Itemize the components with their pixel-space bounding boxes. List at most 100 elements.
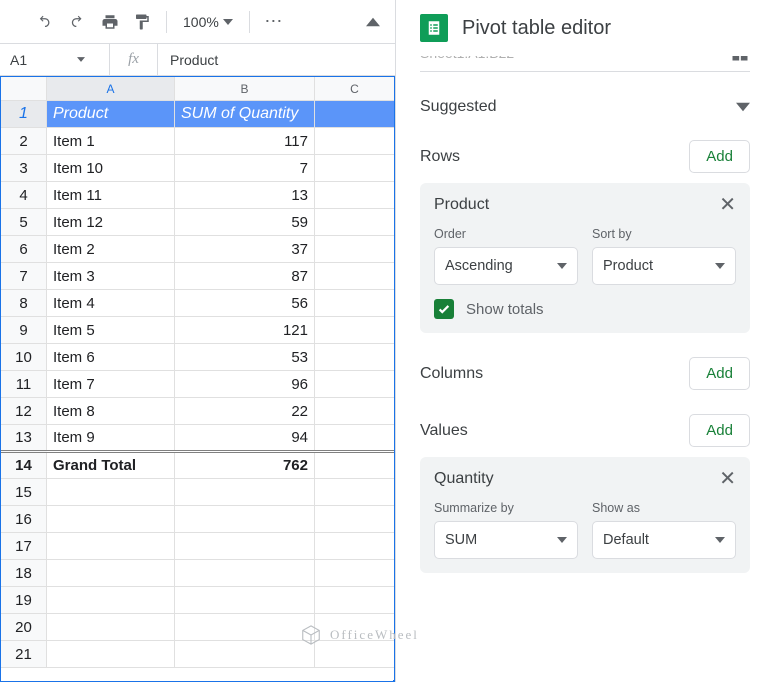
cell[interactable]: Item 7 — [47, 371, 175, 398]
cell[interactable] — [47, 614, 175, 641]
cell[interactable] — [315, 533, 395, 560]
cell[interactable]: 87 — [175, 263, 315, 290]
redo-button[interactable] — [64, 8, 92, 36]
cell[interactable]: 22 — [175, 398, 315, 425]
zoom-select[interactable]: 100% — [177, 14, 239, 30]
cell[interactable] — [175, 533, 315, 560]
cell[interactable]: Item 12 — [47, 209, 175, 236]
cell[interactable] — [315, 398, 395, 425]
collapse-toolbar-button[interactable] — [359, 8, 387, 36]
cell[interactable] — [47, 587, 175, 614]
row-header[interactable]: 9 — [1, 317, 47, 344]
cell[interactable]: 53 — [175, 344, 315, 371]
cell[interactable]: 59 — [175, 209, 315, 236]
cell[interactable]: Item 2 — [47, 236, 175, 263]
cell[interactable] — [315, 425, 395, 452]
row-header[interactable]: 19 — [1, 587, 47, 614]
cell[interactable] — [47, 479, 175, 506]
cell[interactable] — [315, 479, 395, 506]
cell[interactable]: 13 — [175, 182, 315, 209]
cell[interactable]: Item 11 — [47, 182, 175, 209]
spreadsheet-grid[interactable]: A B C 1ProductSUM of Quantity2Item 11173… — [0, 76, 395, 682]
grid-icon[interactable] — [730, 56, 750, 66]
cell[interactable]: Item 1 — [47, 128, 175, 155]
cell[interactable]: Grand Total — [47, 452, 175, 479]
cell[interactable]: Item 4 — [47, 290, 175, 317]
col-header-b[interactable]: B — [175, 77, 315, 101]
cell[interactable] — [47, 533, 175, 560]
row-header[interactable]: 1 — [1, 101, 47, 128]
cell[interactable] — [175, 614, 315, 641]
row-header[interactable]: 11 — [1, 371, 47, 398]
sortby-select[interactable]: Product — [592, 247, 736, 285]
cell[interactable] — [175, 560, 315, 587]
cell[interactable]: 762 — [175, 452, 315, 479]
close-icon[interactable]: ✕ — [719, 195, 736, 215]
summarize-select[interactable]: SUM — [434, 521, 578, 559]
row-header[interactable]: 17 — [1, 533, 47, 560]
cell[interactable]: 117 — [175, 128, 315, 155]
cell[interactable] — [315, 128, 395, 155]
row-header[interactable]: 20 — [1, 614, 47, 641]
row-header[interactable]: 2 — [1, 128, 47, 155]
print-button[interactable] — [96, 8, 124, 36]
cell[interactable] — [315, 155, 395, 182]
cell[interactable] — [315, 506, 395, 533]
suggested-section[interactable]: Suggested — [420, 98, 750, 116]
cell[interactable] — [315, 371, 395, 398]
row-header[interactable]: 12 — [1, 398, 47, 425]
show-totals-checkbox[interactable] — [434, 299, 454, 319]
cell[interactable] — [175, 479, 315, 506]
cell[interactable]: Product — [47, 101, 175, 128]
close-icon[interactable]: ✕ — [719, 469, 736, 489]
cell[interactable]: Item 9 — [47, 425, 175, 452]
row-header[interactable]: 21 — [1, 641, 47, 668]
cell[interactable]: Item 6 — [47, 344, 175, 371]
cell[interactable] — [315, 101, 395, 128]
cell[interactable] — [47, 641, 175, 668]
row-header[interactable]: 10 — [1, 344, 47, 371]
cell[interactable]: Item 8 — [47, 398, 175, 425]
col-header-a[interactable]: A — [47, 77, 175, 101]
cell[interactable] — [315, 317, 395, 344]
rows-add-button[interactable]: Add — [689, 140, 750, 173]
paint-format-button[interactable] — [128, 8, 156, 36]
cell[interactable] — [315, 560, 395, 587]
cell[interactable] — [315, 452, 395, 479]
cell[interactable] — [315, 236, 395, 263]
order-select[interactable]: Ascending — [434, 247, 578, 285]
cell[interactable]: 121 — [175, 317, 315, 344]
row-header[interactable]: 4 — [1, 182, 47, 209]
cell[interactable]: 94 — [175, 425, 315, 452]
cell[interactable] — [47, 506, 175, 533]
more-button[interactable]: ⋯ — [260, 8, 288, 36]
cell[interactable] — [315, 344, 395, 371]
row-header[interactable]: 5 — [1, 209, 47, 236]
cell[interactable]: Item 10 — [47, 155, 175, 182]
cell[interactable]: 37 — [175, 236, 315, 263]
row-header[interactable]: 18 — [1, 560, 47, 587]
cell[interactable]: 7 — [175, 155, 315, 182]
showas-select[interactable]: Default — [592, 521, 736, 559]
cell[interactable] — [47, 560, 175, 587]
row-header[interactable]: 13 — [1, 425, 47, 452]
row-header[interactable]: 15 — [1, 479, 47, 506]
cell[interactable]: Item 3 — [47, 263, 175, 290]
row-header[interactable]: 7 — [1, 263, 47, 290]
cell[interactable] — [315, 182, 395, 209]
formula-input[interactable]: Product — [158, 52, 395, 68]
cell[interactable] — [175, 506, 315, 533]
undo-button[interactable] — [32, 8, 60, 36]
row-header[interactable]: 6 — [1, 236, 47, 263]
values-add-button[interactable]: Add — [689, 414, 750, 447]
cell[interactable] — [315, 290, 395, 317]
cell[interactable] — [315, 587, 395, 614]
columns-add-button[interactable]: Add — [689, 357, 750, 390]
cell[interactable]: Item 5 — [47, 317, 175, 344]
row-header[interactable]: 16 — [1, 506, 47, 533]
cell[interactable]: SUM of Quantity — [175, 101, 315, 128]
col-header-c[interactable]: C — [315, 77, 395, 101]
cell[interactable] — [315, 263, 395, 290]
cell[interactable] — [175, 641, 315, 668]
row-header[interactable]: 8 — [1, 290, 47, 317]
